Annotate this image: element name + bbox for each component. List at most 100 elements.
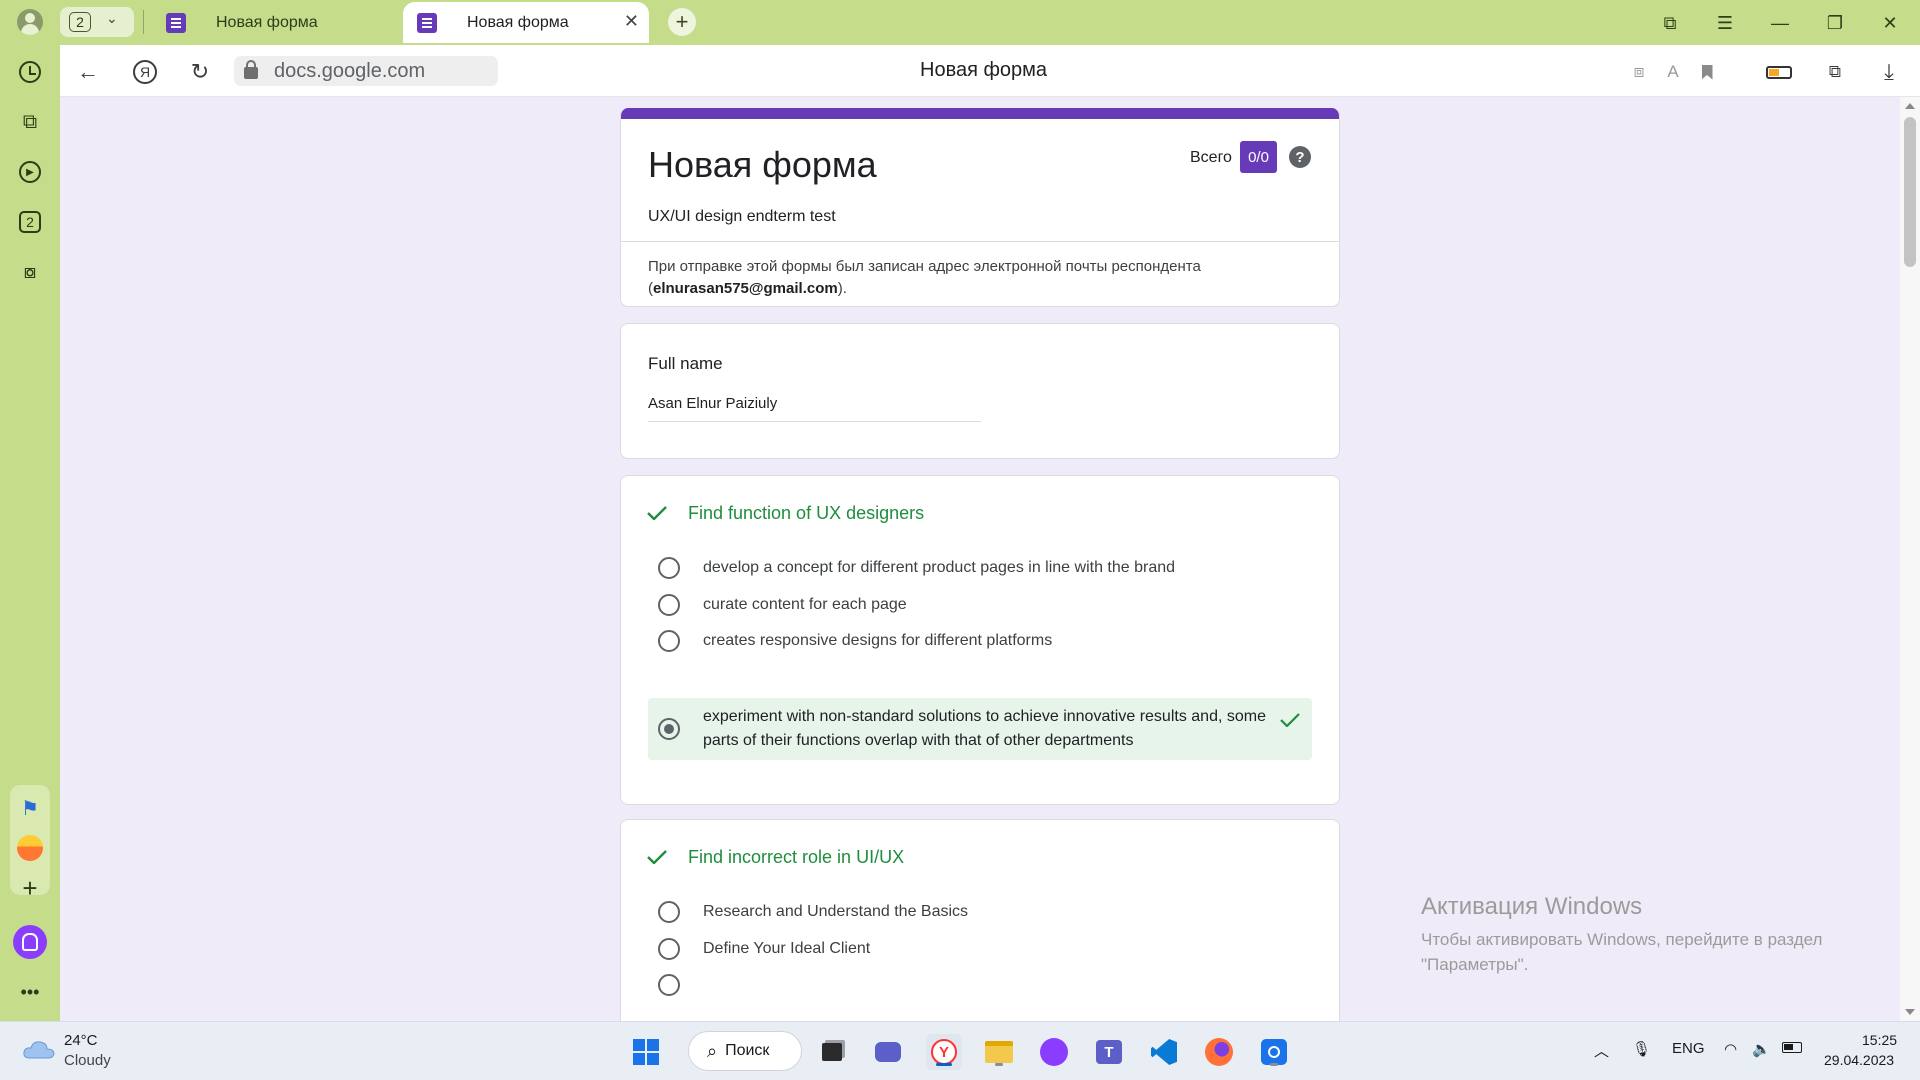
option-row[interactable]: Research and Understand the Basics <box>648 900 1312 924</box>
more-icon[interactable]: ••• <box>15 977 45 1007</box>
answer-text: Asan Elnur Paiziuly <box>648 395 981 422</box>
tab-group-button[interactable]: 2 ⌄ <box>60 7 134 37</box>
active-indicator <box>936 1063 952 1066</box>
scrollbar[interactable] <box>1900 97 1920 1021</box>
radio-button[interactable] <box>658 557 680 579</box>
yandex-browser-taskbar-icon[interactable]: Y <box>926 1034 962 1070</box>
question-card-ux-functions: Find function of UX designers develop a … <box>620 475 1340 805</box>
browser-tab-1[interactable]: Новая форма <box>166 2 402 43</box>
mail-app-icon[interactable] <box>15 833 45 863</box>
page-title: Новая форма <box>920 59 1048 81</box>
clock-date[interactable]: 29.04.2023 <box>1824 1052 1894 1068</box>
flag-icon[interactable]: ⚑ <box>15 793 45 823</box>
show-hidden-icons-chevron-icon[interactable]: ︿ <box>1594 1040 1609 1061</box>
bookmark-icon[interactable] <box>1694 59 1720 85</box>
wifi-icon[interactable]: ◠ <box>1724 1040 1737 1058</box>
translate-icon[interactable]: A <box>1660 59 1686 85</box>
restore-icon[interactable]: ❐ <box>1820 8 1850 38</box>
score-badge: 0/0 <box>1240 141 1277 173</box>
firefox-icon[interactable] <box>1201 1034 1237 1070</box>
chevron-down-icon: ⌄ <box>106 10 118 26</box>
cloud-icon[interactable] <box>22 1038 56 1060</box>
scroll-up-arrow-icon[interactable] <box>1905 103 1915 109</box>
radio-button[interactable] <box>658 974 680 996</box>
form-accent-band <box>621 108 1339 119</box>
radio-button[interactable] <box>658 938 680 960</box>
battery-saver-icon[interactable] <box>1766 59 1792 85</box>
taskbar-search-button[interactable]: ⌕ Поиск <box>688 1031 802 1071</box>
browser-tab-2-active[interactable]: Новая форма ✕ <box>403 2 649 43</box>
teams-icon[interactable]: T <box>1091 1034 1127 1070</box>
option-row[interactable]: Define Your Ideal Client <box>648 937 1312 961</box>
clock-time[interactable]: 15:25 <box>1862 1032 1897 1048</box>
alice-taskbar-icon[interactable] <box>1036 1034 1072 1070</box>
option-row[interactable]: curate content for each page <box>648 593 1312 617</box>
question-card-incorrect-role: Find incorrect role in UI/UX Research an… <box>620 819 1340 1021</box>
screenshot-icon[interactable]: ⧇ <box>15 257 45 287</box>
close-window-icon[interactable]: ✕ <box>1875 8 1905 38</box>
url-text: docs.google.com <box>274 59 426 82</box>
divider <box>621 241 1339 242</box>
option-row[interactable]: develop a concept for different product … <box>648 556 1312 580</box>
radio-button[interactable] <box>658 630 680 652</box>
option-row-partial[interactable] <box>648 974 1312 996</box>
yandex-icon[interactable]: Я <box>130 57 160 87</box>
bookmarks-collection-icon[interactable]: ⧉ <box>1655 8 1685 38</box>
microphone-icon[interactable]: 🎙 <box>1632 1040 1651 1058</box>
divider <box>143 10 144 34</box>
battery-icon[interactable] <box>1782 1040 1802 1057</box>
media-play-icon[interactable]: ▶ <box>15 157 45 187</box>
back-arrow-icon[interactable]: ← <box>73 57 103 87</box>
history-icon[interactable] <box>15 57 45 87</box>
question-title: Full name <box>648 354 723 373</box>
add-app-icon[interactable]: + <box>15 873 45 903</box>
option-label: Define Your Ideal Client <box>703 940 871 957</box>
scrollbar-thumb[interactable] <box>1904 117 1916 267</box>
radio-button-selected[interactable] <box>658 718 680 740</box>
chat-video-icon[interactable] <box>870 1034 906 1070</box>
new-tab-button[interactable]: + <box>668 8 696 36</box>
file-explorer-icon[interactable] <box>981 1034 1017 1070</box>
menu-icon[interactable]: ☰ <box>1710 8 1740 38</box>
option-row-selected-correct[interactable]: experiment with non-standard solutions t… <box>648 698 1312 760</box>
extensions-icon[interactable]: ⧉ <box>1822 59 1848 85</box>
translate-page-icon[interactable]: ⧈ <box>1626 59 1652 85</box>
scroll-down-arrow-icon[interactable] <box>1905 1009 1915 1015</box>
collections-icon[interactable]: ⧉ <box>15 107 45 137</box>
correct-check-icon <box>647 506 667 520</box>
watermark-title: Активация Windows <box>1421 893 1643 920</box>
task-view-icon[interactable] <box>814 1034 850 1070</box>
speaker-muted-icon[interactable]: 🔈 <box>1752 1040 1771 1058</box>
running-indicator <box>995 1063 1003 1066</box>
reload-icon[interactable]: ↻ <box>185 57 215 87</box>
radio-button[interactable] <box>658 901 680 923</box>
search-label: Поиск <box>725 1042 770 1059</box>
google-forms-icon <box>166 12 186 33</box>
start-button[interactable] <box>628 1034 664 1070</box>
option-label: creates responsive designs for different… <box>703 632 1053 649</box>
option-label: curate content for each page <box>703 596 907 613</box>
taskbar: 24°C Cloudy ⌕ Поиск Y T ︿ 🎙 ENG ◠ 🔈 15:2… <box>0 1021 1920 1080</box>
input-language[interactable]: ENG <box>1672 1040 1705 1057</box>
tabs-count-icon[interactable]: 2 <box>15 207 45 237</box>
vscode-icon[interactable] <box>1146 1034 1182 1070</box>
question-title: Find incorrect role in UI/UX <box>688 847 905 867</box>
photo-app-icon[interactable] <box>1256 1034 1292 1070</box>
downloads-icon[interactable]: ⤓ <box>1876 59 1902 85</box>
watermark-text: Чтобы активировать Windows, перейдите в … <box>1421 930 1823 974</box>
page-content: Новая форма Всего 0/0 ? UX/UI design end… <box>60 97 1900 1021</box>
profile-avatar-icon <box>17 9 43 35</box>
url-field[interactable]: docs.google.com <box>234 56 498 86</box>
help-icon[interactable]: ? <box>1289 146 1311 168</box>
radio-button[interactable] <box>658 594 680 616</box>
alice-assistant-icon[interactable] <box>13 925 47 959</box>
option-row[interactable]: creates responsive designs for different… <box>648 629 1312 653</box>
question-title: Find function of UX designers <box>688 503 925 523</box>
lock-icon <box>244 60 258 79</box>
close-tab-icon[interactable]: ✕ <box>624 11 639 32</box>
profile-button[interactable] <box>12 7 48 37</box>
weather-description: Cloudy <box>64 1052 111 1069</box>
minimize-icon[interactable]: — <box>1765 8 1795 38</box>
respondent-email: elnurasan575@gmail.com <box>653 280 838 297</box>
tab-title: Новая форма <box>467 13 569 31</box>
